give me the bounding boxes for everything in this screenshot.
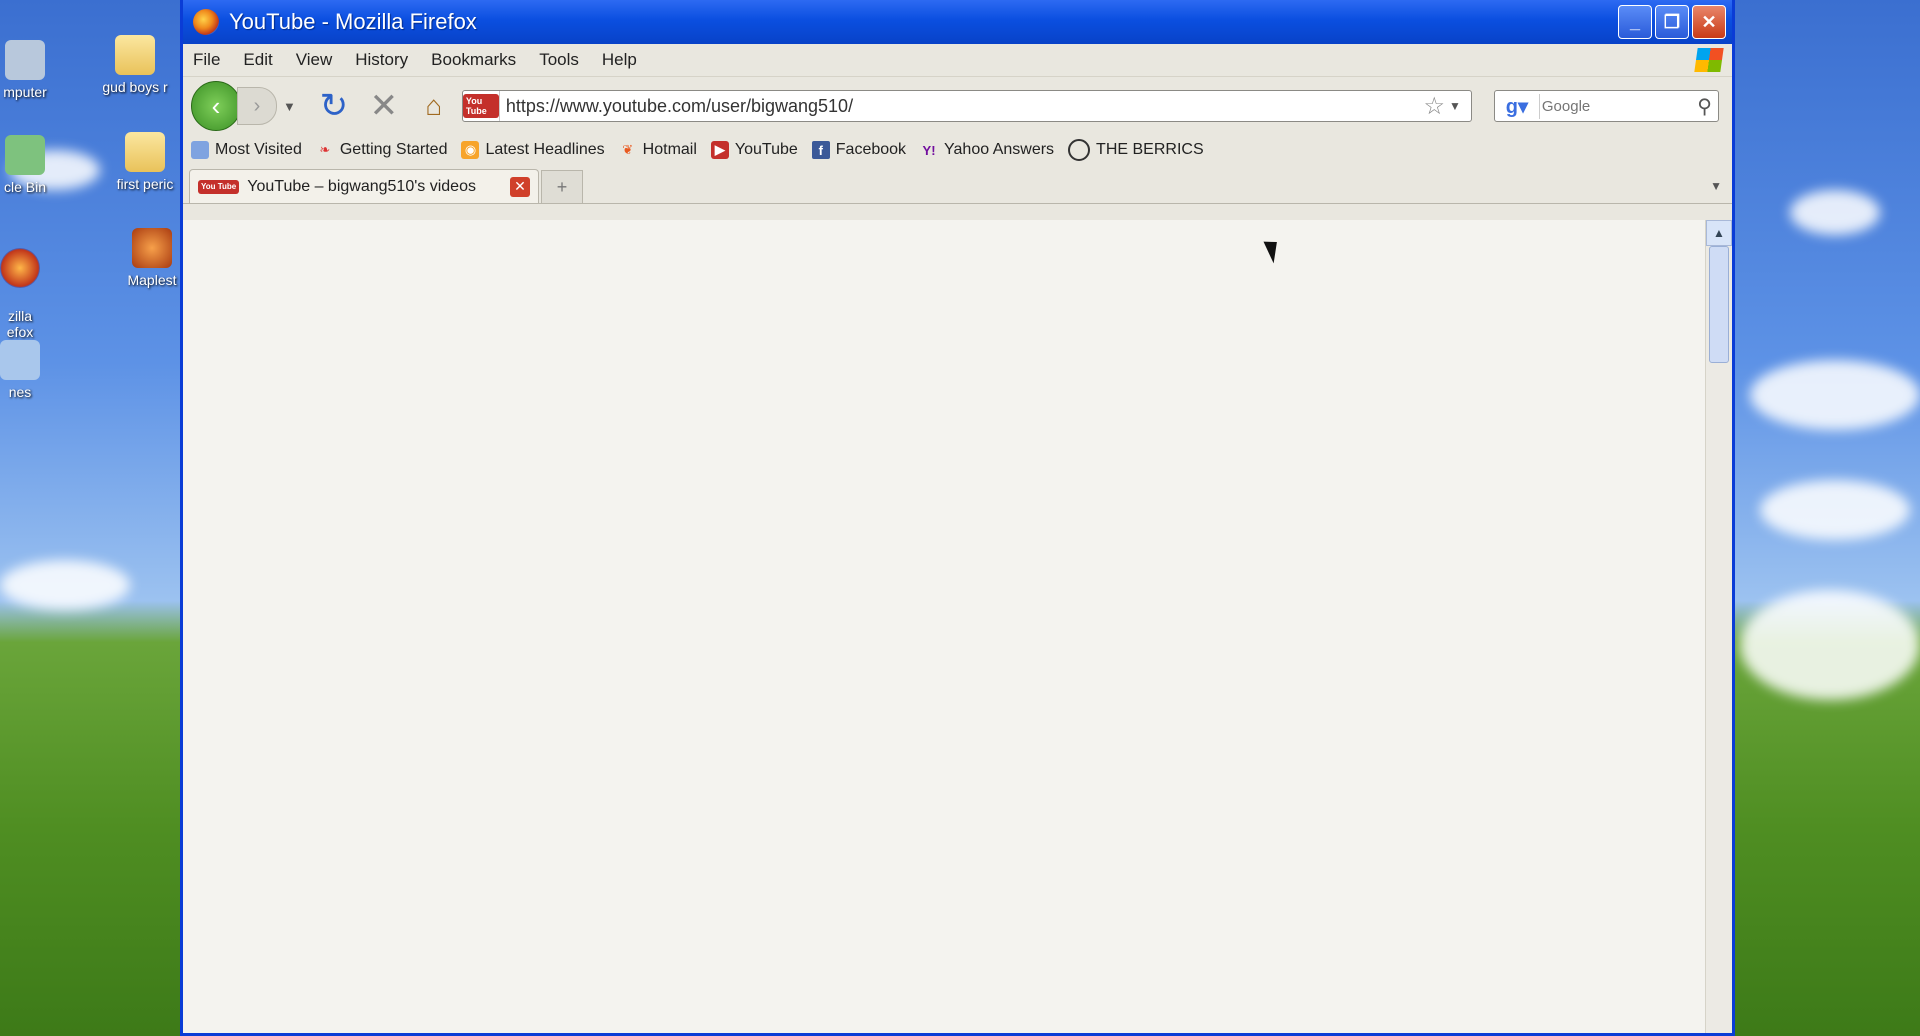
hotmail-butterfly-icon: ❦	[622, 142, 634, 157]
desktop-icon-folder-first-period[interactable]: first peric	[100, 132, 190, 192]
close-button[interactable]: ✕	[1692, 5, 1726, 39]
bookmark-label: Latest Headlines	[485, 141, 605, 158]
desktop-icon-label: gud boys r	[102, 79, 168, 95]
navigation-toolbar: ‹ › ▼ ↻ ✕ ⌂ You Tube https://www.youtube…	[183, 77, 1732, 135]
page-content[interactable]: ▲	[183, 220, 1732, 1033]
folder-icon	[125, 132, 165, 172]
tab-list-dropdown-icon[interactable]: ▼	[1710, 179, 1722, 193]
windows-flag-icon	[1694, 48, 1724, 72]
desktop-icon-recycle-bin[interactable]: cle Bin	[0, 135, 70, 195]
bookmark-label: THE BERRICS	[1096, 141, 1204, 158]
bookmark-label: Hotmail	[642, 141, 697, 158]
menu-bookmarks[interactable]: Bookmarks	[431, 50, 516, 70]
firefox-window: YouTube - Mozilla Firefox _ ❐ ✕ File Edi…	[180, 0, 1735, 1036]
itunes-icon	[0, 340, 40, 380]
menu-file[interactable]: File	[193, 50, 220, 70]
desktop-icon-label: mputer	[3, 84, 47, 100]
berrics-icon	[1068, 139, 1091, 161]
menu-history[interactable]: History	[355, 50, 408, 70]
menu-edit[interactable]: Edit	[243, 50, 272, 70]
minimize-button[interactable]: _	[1618, 5, 1652, 39]
desktop-icon-label: nes	[8, 384, 32, 400]
bookmark-getting-started[interactable]: ❧ Getting Started	[316, 141, 448, 159]
yahoo-icon: Y!	[922, 142, 936, 158]
maplestory-icon	[132, 228, 172, 268]
desktop-icon-label: cle Bin	[3, 179, 47, 195]
firefox-logo-icon	[193, 9, 219, 35]
menu-bar: File Edit View History Bookmarks Tools H…	[183, 44, 1732, 77]
stop-icon[interactable]: ✕	[362, 86, 406, 126]
reload-icon[interactable]: ↻	[312, 86, 356, 126]
plus-icon: +	[556, 176, 568, 197]
desktop-icon-label: first peric	[116, 176, 174, 192]
getting-started-icon: ❧	[319, 142, 331, 157]
bookmark-label: Getting Started	[339, 141, 448, 158]
bookmark-hotmail[interactable]: ❦ Hotmail	[619, 141, 697, 159]
site-identity-icon[interactable]: You Tube	[462, 91, 500, 121]
tab-youtube-videos[interactable]: You Tube YouTube – bigwang510's videos ✕	[189, 169, 539, 203]
desktop-icon-computer[interactable]: mputer	[0, 40, 70, 100]
bookmark-youtube[interactable]: ▶ YouTube	[710, 141, 798, 159]
desktop-icon-label: zilla efox	[6, 308, 34, 340]
bookmark-facebook[interactable]: f Facebook	[811, 141, 907, 159]
window-title: YouTube - Mozilla Firefox	[229, 9, 477, 34]
title-bar[interactable]: YouTube - Mozilla Firefox _ ❐ ✕	[183, 0, 1732, 44]
recycle-bin-icon	[5, 135, 45, 175]
facebook-icon: f	[811, 141, 830, 159]
bookmark-most-visited[interactable]: Most Visited	[191, 141, 302, 159]
most-visited-icon	[191, 141, 209, 159]
tab-label: YouTube – bigwang510's videos	[247, 177, 476, 195]
back-button[interactable]: ‹	[191, 81, 241, 131]
youtube-favicon-icon: You Tube	[462, 94, 499, 118]
window-controls: _ ❐ ✕	[1618, 5, 1726, 39]
computer-icon	[5, 40, 45, 80]
bookmark-star-icon[interactable]: ☆	[1423, 92, 1445, 121]
desktop-icon-itunes[interactable]: nes	[0, 340, 65, 400]
bookmark-latest-headlines[interactable]: ◉ Latest Headlines	[461, 141, 605, 159]
bookmark-yahoo-answers[interactable]: Y! Yahoo Answers	[920, 141, 1055, 159]
scroll-up-arrow-icon[interactable]: ▲	[1706, 220, 1732, 246]
back-arrow-icon: ‹	[211, 90, 221, 121]
youtube-icon: ▶	[710, 141, 729, 159]
tab-bar: You Tube YouTube – bigwang510's videos ✕…	[183, 165, 1732, 204]
folder-icon	[115, 35, 155, 75]
bookmark-the-berrics[interactable]: THE BERRICS	[1068, 139, 1204, 161]
search-input[interactable]	[1539, 96, 1698, 116]
google-search-engine-icon[interactable]: g▾	[1495, 93, 1540, 119]
search-icon[interactable]: ⚲	[1697, 94, 1718, 119]
forward-arrow-icon: ›	[253, 94, 261, 117]
scroll-thumb[interactable]	[1709, 246, 1729, 363]
forward-button[interactable]: ›	[237, 87, 277, 125]
desktop-icon-firefox[interactable]: zilla efox	[0, 232, 65, 340]
bookmark-label: YouTube	[734, 141, 798, 158]
menu-view[interactable]: View	[296, 50, 333, 70]
url-bar[interactable]: You Tube https://www.youtube.com/user/bi…	[461, 90, 1472, 122]
home-icon[interactable]: ⌂	[412, 90, 456, 122]
desktop-icon-folder-gud-boys[interactable]: gud boys r	[90, 35, 180, 95]
rss-feed-icon: ◉	[461, 141, 480, 159]
menu-help[interactable]: Help	[602, 50, 637, 70]
search-box: g▾ ⚲	[1493, 90, 1719, 122]
history-dropdown-icon[interactable]: ▼	[283, 99, 296, 114]
url-text[interactable]: https://www.youtube.com/user/bigwang510/	[500, 96, 1424, 117]
new-tab-button[interactable]: +	[541, 170, 583, 203]
firefox-icon	[0, 248, 40, 288]
youtube-favicon-icon: You Tube	[198, 179, 240, 194]
desktop-icon-label: Maplest	[127, 272, 177, 288]
restore-button[interactable]: ❐	[1655, 5, 1689, 39]
bookmark-label: Yahoo Answers	[944, 141, 1055, 158]
url-dropdown-icon[interactable]: ▼	[1449, 99, 1461, 113]
bookmarks-toolbar: Most Visited ❧ Getting Started ◉ Latest …	[183, 135, 1732, 165]
bookmark-label: Facebook	[835, 141, 907, 158]
menu-tools[interactable]: Tools	[539, 50, 579, 70]
bookmark-label: Most Visited	[215, 141, 302, 158]
tab-close-icon[interactable]: ✕	[510, 176, 530, 197]
vertical-scrollbar[interactable]: ▲	[1705, 220, 1732, 1033]
